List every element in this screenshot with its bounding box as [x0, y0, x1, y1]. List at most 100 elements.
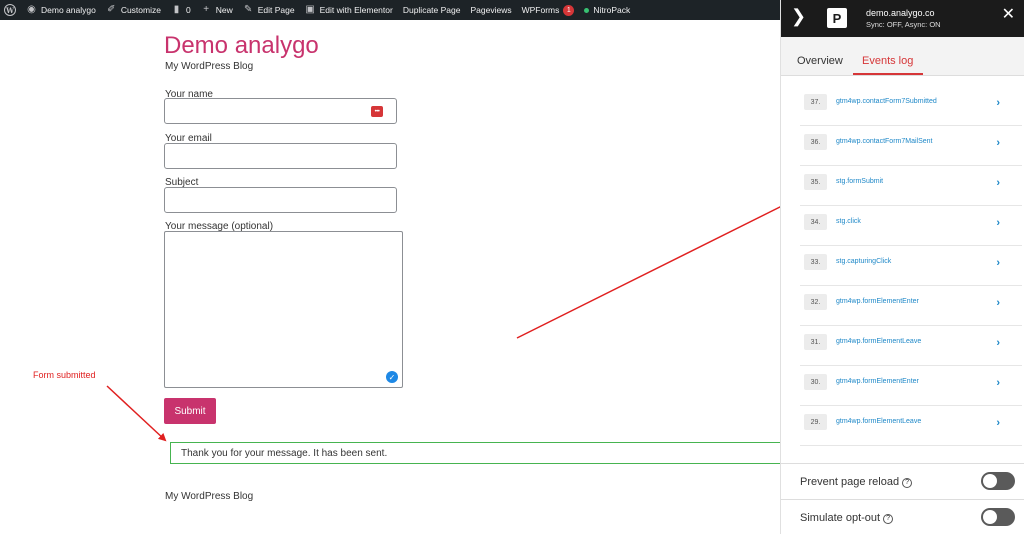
tab-events-log[interactable]: Events log — [862, 55, 913, 67]
event-row[interactable]: 35. stg.formSubmit › — [800, 166, 1022, 206]
brush-icon: ✐ — [107, 4, 116, 15]
admin-bar-elementor-label: Edit with Elementor — [319, 5, 393, 15]
chevron-right-icon[interactable]: › — [996, 337, 1000, 349]
admin-bar-comments[interactable]: ▮ 0 — [171, 5, 191, 16]
panel-logo-icon: P — [827, 8, 847, 28]
annotation-label: Form submitted — [33, 370, 96, 380]
event-name[interactable]: stg.click — [836, 218, 861, 225]
event-row[interactable]: 29. gtm4wp.formElementLeave › — [800, 406, 1022, 446]
event-name[interactable]: stg.formSubmit — [836, 178, 883, 185]
arrow-to-form-submit-event — [516, 193, 808, 339]
admin-bar-pageviews-label: Pageviews — [470, 5, 512, 15]
admin-bar-pageviews[interactable]: Pageviews — [470, 5, 511, 15]
admin-bar-nitropack[interactable]: NitroPack — [584, 5, 630, 15]
panel-tabs: Overview Events log — [781, 37, 1024, 76]
success-message: Thank you for your message. It has been … — [170, 442, 785, 464]
event-number: 32. — [804, 294, 827, 310]
chevron-right-icon[interactable]: ❯ — [791, 7, 806, 25]
event-name[interactable]: gtm4wp.contactForm7MailSent — [836, 138, 932, 145]
admin-bar-site[interactable]: ◉ Demo analygo — [26, 5, 96, 16]
password-manager-icon[interactable]: ••• — [371, 106, 383, 117]
event-row[interactable]: 32. gtm4wp.formElementEnter › — [800, 286, 1022, 326]
subject-input[interactable] — [164, 187, 397, 213]
plus-icon: + — [203, 4, 210, 15]
event-number: 29. — [804, 414, 827, 430]
chevron-right-icon[interactable]: › — [996, 137, 1000, 149]
site-title[interactable]: Demo analygo — [164, 32, 319, 60]
wordpress-icon: W — [4, 4, 16, 16]
debug-panel: ❯ P demo.analygo.co Sync: OFF, Async: ON… — [780, 0, 1024, 534]
message-textarea[interactable]: ✓ — [164, 231, 403, 388]
chevron-right-icon[interactable]: › — [996, 297, 1000, 309]
event-number: 34. — [804, 214, 827, 230]
admin-bar-customize[interactable]: ✐ Customize — [106, 5, 161, 16]
email-input[interactable] — [164, 143, 397, 169]
chevron-right-icon[interactable]: › — [996, 97, 1000, 109]
event-number: 30. — [804, 374, 827, 390]
simulate-optout-row: Simulate opt-out? — [781, 499, 1024, 534]
event-name[interactable]: gtm4wp.formElementEnter — [836, 378, 919, 385]
help-icon[interactable]: ? — [902, 477, 913, 488]
admin-bar-duplicate-label: Duplicate Page — [402, 5, 461, 15]
elementor-icon: ▣ — [305, 4, 315, 15]
event-number: 31. — [804, 334, 827, 350]
help-icon[interactable]: ? — [883, 513, 894, 524]
simulate-optout-toggle[interactable] — [981, 508, 1015, 526]
chevron-right-icon[interactable]: › — [996, 417, 1000, 429]
event-name[interactable]: stg.capturingClick — [836, 258, 891, 265]
prevent-reload-row: Prevent page reload? — [781, 463, 1024, 499]
event-number: 33. — [804, 254, 827, 270]
panel-sync-status: Sync: OFF, Async: ON — [866, 20, 941, 29]
panel-site: demo.analygo.co — [866, 8, 935, 18]
panel-header: ❯ P demo.analygo.co Sync: OFF, Async: ON… — [781, 0, 1024, 37]
status-dot-icon — [584, 7, 590, 13]
admin-bar-site-name: Demo analygo — [41, 5, 96, 15]
event-name[interactable]: gtm4wp.formElementLeave — [836, 338, 921, 345]
pencil-icon: ✎ — [244, 4, 253, 15]
event-row[interactable]: 34. stg.click › — [800, 206, 1022, 246]
admin-bar-new-label: New — [215, 5, 233, 15]
footer-text: My WordPress Blog — [165, 491, 254, 502]
wpforms-badge: 1 — [563, 4, 575, 16]
event-row[interactable]: 36. gtm4wp.contactForm7MailSent › — [800, 126, 1022, 166]
admin-bar-elementor[interactable]: ▣ Edit with Elementor — [305, 4, 393, 16]
arrow-to-success-message — [106, 385, 167, 442]
active-tab-indicator — [853, 73, 923, 75]
event-name[interactable]: gtm4wp.formElementLeave — [836, 418, 921, 425]
event-number: 35. — [804, 174, 827, 190]
chevron-right-icon[interactable]: › — [996, 177, 1000, 189]
name-input[interactable]: ••• — [164, 98, 397, 124]
prevent-reload-label: Prevent page reload — [800, 476, 900, 488]
event-number: 37. — [804, 94, 827, 110]
admin-bar-wpforms-label: WPForms — [521, 5, 560, 15]
dashboard-icon: ◉ — [27, 4, 36, 15]
submit-button[interactable]: Submit — [164, 398, 216, 424]
event-row[interactable]: 37. gtm4wp.contactForm7Submitted › — [800, 86, 1022, 126]
admin-bar-edit-page[interactable]: ✎ Edit Page — [243, 5, 295, 16]
check-icon: ✓ — [386, 371, 398, 383]
event-name[interactable]: gtm4wp.contactForm7Submitted — [836, 98, 937, 105]
admin-bar-wpforms[interactable]: WPForms 1 — [521, 4, 575, 16]
admin-bar-customize-label: Customize — [120, 5, 161, 15]
admin-bar-new[interactable]: + New — [201, 4, 233, 16]
prevent-reload-toggle[interactable] — [981, 472, 1015, 490]
site-tagline: My WordPress Blog — [165, 61, 254, 72]
admin-bar-duplicate[interactable]: Duplicate Page — [403, 5, 461, 15]
admin-bar-comments-count: 0 — [185, 5, 191, 15]
chevron-right-icon[interactable]: › — [996, 217, 1000, 229]
comment-icon: ▮ — [173, 4, 180, 15]
chevron-right-icon[interactable]: › — [996, 377, 1000, 389]
event-row[interactable]: 30. gtm4wp.formElementEnter › — [800, 366, 1022, 406]
chevron-right-icon[interactable]: › — [996, 257, 1000, 269]
wp-logo-menu[interactable]: W — [4, 4, 16, 16]
event-name[interactable]: gtm4wp.formElementEnter — [836, 298, 919, 305]
admin-bar-nitropack-label: NitroPack — [593, 5, 631, 15]
event-row[interactable]: 31. gtm4wp.formElementLeave › — [800, 326, 1022, 366]
admin-bar: W ◉ Demo analygo ✐ Customize ▮ 0 + New ✎… — [0, 0, 780, 20]
simulate-optout-label: Simulate opt-out — [800, 512, 881, 524]
tab-overview[interactable]: Overview — [797, 55, 843, 67]
admin-bar-edit-page-label: Edit Page — [257, 5, 295, 15]
close-icon[interactable]: ✕ — [1002, 7, 1015, 23]
event-number: 36. — [804, 134, 827, 150]
event-row[interactable]: 33. stg.capturingClick › — [800, 246, 1022, 286]
